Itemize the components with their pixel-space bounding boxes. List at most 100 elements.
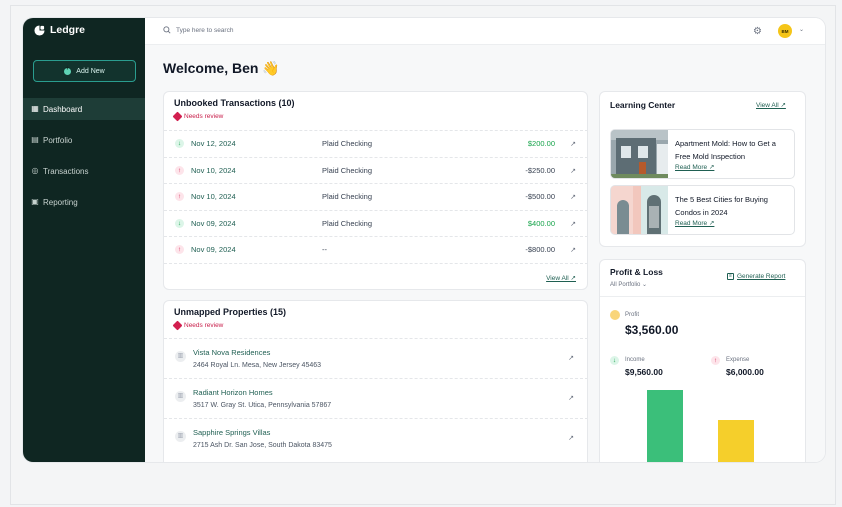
expense-label: Expense bbox=[726, 357, 750, 363]
transaction-date: Nov 12, 2024 bbox=[191, 139, 236, 148]
view-all-link[interactable]: View All ↗ bbox=[546, 274, 576, 282]
transaction-amount: $400.00 bbox=[527, 219, 555, 228]
profit-value: $3,560.00 bbox=[625, 323, 679, 337]
learning-title: Learning Center bbox=[610, 100, 676, 110]
unmapped-title: Unmapped Properties (15) bbox=[174, 307, 287, 317]
income-label: Income bbox=[625, 357, 645, 363]
property-address: 2464 Royal Ln. Mesa, New Jersey 45463 bbox=[193, 362, 322, 369]
property-name[interactable]: Vista Nova Residences bbox=[193, 348, 270, 357]
divider bbox=[600, 296, 805, 297]
building-icon: ▤ bbox=[31, 135, 39, 144]
transaction-date: Nov 10, 2024 bbox=[191, 192, 236, 201]
sidebar-item-label: Dashboard bbox=[43, 104, 83, 114]
unbooked-title: Unbooked Transactions (10) bbox=[174, 98, 295, 108]
profit-label: Profit bbox=[625, 312, 640, 318]
open-arrow-icon[interactable]: ↗ bbox=[570, 140, 576, 148]
transaction-account: Plaid Checking bbox=[322, 139, 373, 148]
pnl-bar-chart bbox=[600, 389, 805, 462]
grid-icon: ▦ bbox=[31, 104, 39, 113]
list-item[interactable]: ▥ Vista Nova Residences 2464 Royal Ln. M… bbox=[164, 338, 587, 378]
open-arrow-icon[interactable]: ↗ bbox=[570, 167, 576, 175]
chevron-down-icon[interactable]: ⌄ bbox=[799, 26, 804, 33]
app-window: Ledgre Add New ▦ Dashboard ▤ Portfolio ◎… bbox=[23, 18, 825, 462]
table-row[interactable]: ↑ Nov 09, 2024 -- -$800.00 ↗ bbox=[164, 236, 587, 262]
gear-icon[interactable]: ⚙ bbox=[752, 26, 763, 37]
unbooked-transactions-card: Unbooked Transactions (10) Needs review … bbox=[163, 91, 588, 290]
avatar[interactable]: BM bbox=[778, 24, 792, 38]
table-row[interactable]: ↑ Nov 10, 2024 Plaid Checking -$250.00 ↗ bbox=[164, 157, 587, 183]
brand-logo[interactable]: Ledgre bbox=[34, 24, 85, 36]
sidebar-item-portfolio[interactable]: ▤ Portfolio bbox=[23, 129, 145, 151]
list-item[interactable]: ▥ Radiant Horizon Homes 3517 W. Gray St.… bbox=[164, 378, 587, 418]
arrow-down-icon: ↓ bbox=[175, 139, 184, 148]
alert-icon bbox=[172, 320, 183, 331]
search-icon bbox=[163, 26, 171, 34]
income-value: $9,560.00 bbox=[625, 367, 663, 377]
open-arrow-icon[interactable]: ↗ bbox=[570, 246, 576, 254]
alert-icon bbox=[172, 111, 183, 122]
sidebar-item-label: Portfolio bbox=[43, 135, 73, 145]
pnl-title: Profit & Loss bbox=[610, 267, 663, 277]
transaction-date: Nov 09, 2024 bbox=[191, 219, 236, 228]
search-input[interactable]: Type here to search bbox=[176, 27, 233, 34]
open-arrow-icon[interactable]: ↗ bbox=[568, 394, 574, 402]
property-address: 3517 W. Gray St. Utica, Pennsylvania 578… bbox=[193, 402, 332, 409]
generate-report-button[interactable]: ≡ Generate Report bbox=[727, 273, 785, 280]
property-name[interactable]: Radiant Horizon Homes bbox=[193, 388, 273, 397]
transaction-date: Nov 10, 2024 bbox=[191, 166, 236, 175]
transaction-amount: -$800.00 bbox=[525, 245, 555, 254]
profit-dot-icon bbox=[610, 310, 620, 320]
building-icon: ▥ bbox=[175, 351, 186, 362]
open-arrow-icon[interactable]: ↗ bbox=[570, 193, 576, 201]
property-name[interactable]: Sapphire Springs Villas bbox=[193, 428, 270, 437]
arrow-down-icon: ↓ bbox=[175, 219, 184, 228]
portfolio-filter[interactable]: All Portfolio ⌄ bbox=[610, 281, 647, 288]
table-row[interactable]: ↓ Nov 09, 2024 Plaid Checking $400.00 ↗ bbox=[164, 210, 587, 236]
search-bar[interactable]: Type here to search bbox=[163, 26, 233, 34]
arrow-up-icon: ↑ bbox=[175, 166, 184, 175]
transaction-amount: -$250.00 bbox=[525, 166, 555, 175]
open-arrow-icon[interactable]: ↗ bbox=[568, 354, 574, 362]
transaction-account: Plaid Checking bbox=[322, 192, 373, 201]
status-badge: Needs review bbox=[172, 320, 224, 331]
add-new-label: Add New bbox=[76, 67, 105, 75]
add-new-button[interactable]: Add New bbox=[33, 60, 136, 82]
article-card[interactable]: The 5 Best Cities for Buying Condos in 2… bbox=[610, 185, 795, 235]
sidebar: Ledgre Add New ▦ Dashboard ▤ Portfolio ◎… bbox=[23, 18, 145, 462]
view-all-link[interactable]: View All ↗ bbox=[756, 101, 786, 109]
unmapped-properties-card: Unmapped Properties (15) Needs review ▥ … bbox=[163, 300, 588, 462]
transaction-amount: $200.00 bbox=[527, 139, 555, 148]
read-more-link[interactable]: Read More ↗ bbox=[675, 219, 714, 227]
sidebar-item-dashboard[interactable]: ▦ Dashboard bbox=[23, 98, 145, 120]
transaction-date: Nov 09, 2024 bbox=[191, 245, 236, 254]
sidebar-item-label: Reporting bbox=[43, 197, 78, 207]
sidebar-item-transactions[interactable]: ◎ Transactions bbox=[23, 160, 145, 182]
sidebar-item-reporting[interactable]: ▣ Reporting bbox=[23, 191, 145, 213]
article-thumbnail bbox=[611, 186, 668, 234]
expense-bar bbox=[718, 420, 754, 462]
transaction-amount: -$500.00 bbox=[525, 192, 555, 201]
read-more-link[interactable]: Read More ↗ bbox=[675, 163, 714, 171]
clock-icon: ◎ bbox=[31, 166, 39, 175]
card-footer: View All ↗ bbox=[164, 263, 587, 289]
report-icon: ≡ bbox=[727, 273, 734, 280]
brand-name: Ledgre bbox=[50, 24, 86, 36]
sidebar-nav: ▦ Dashboard ▤ Portfolio ◎ Transactions ▣… bbox=[23, 98, 145, 222]
open-arrow-icon[interactable]: ↗ bbox=[568, 434, 574, 442]
ledgre-logo-icon bbox=[34, 24, 45, 36]
arrow-up-icon: ↑ bbox=[175, 192, 184, 201]
article-card[interactable]: Apartment Mold: How to Get a Free Mold I… bbox=[610, 129, 795, 179]
arrow-up-icon: ↑ bbox=[175, 245, 184, 254]
list-item[interactable]: ▥ Sapphire Springs Villas 2715 Ash Dr. S… bbox=[164, 418, 587, 458]
status-text: Needs review bbox=[184, 322, 224, 329]
table-row[interactable]: ↓ Nov 12, 2024 Plaid Checking $200.00 ↗ bbox=[164, 130, 587, 156]
profit-loss-card: Profit & Loss All Portfolio ⌄ ≡ Generate… bbox=[599, 259, 806, 462]
table-row[interactable]: ↑ Nov 10, 2024 Plaid Checking -$500.00 ↗ bbox=[164, 183, 587, 209]
article-thumbnail bbox=[611, 130, 668, 178]
building-icon: ▥ bbox=[175, 391, 186, 402]
page-title: Welcome, Ben 👋 bbox=[163, 60, 280, 76]
open-arrow-icon[interactable]: ↗ bbox=[570, 220, 576, 228]
building-icon: ▥ bbox=[175, 431, 186, 442]
document-icon: ▣ bbox=[31, 197, 39, 206]
article-title: Apartment Mold: How to Get a Free Mold I… bbox=[675, 139, 776, 161]
